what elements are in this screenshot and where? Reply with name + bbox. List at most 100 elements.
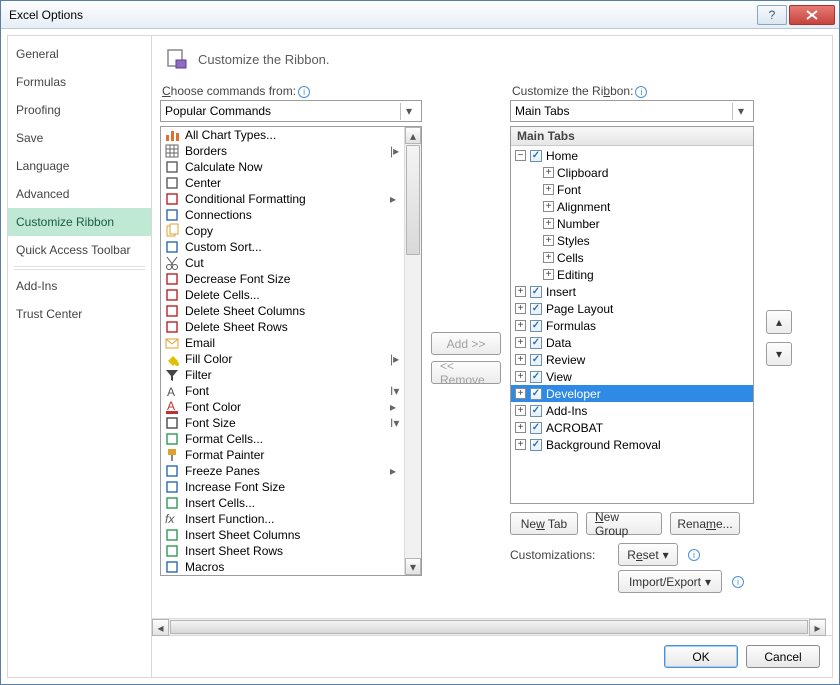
scroll-left-button[interactable]: ◂ — [152, 619, 169, 636]
command-macros[interactable]: Macros — [161, 559, 404, 575]
sidebar-item-trust-center[interactable]: Trust Center — [8, 300, 151, 328]
new-group-button[interactable]: New Group — [586, 512, 662, 535]
expand-toggle[interactable]: + — [543, 269, 554, 280]
group-editing[interactable]: +Editing — [511, 266, 753, 283]
scroll-thumb[interactable] — [406, 145, 420, 255]
sidebar-item-save[interactable]: Save — [8, 124, 151, 152]
checkbox[interactable]: ✓ — [530, 422, 542, 434]
checkbox[interactable]: ✓ — [530, 286, 542, 298]
expand-toggle[interactable]: + — [515, 371, 526, 382]
checkbox[interactable]: ✓ — [530, 439, 542, 451]
expand-toggle[interactable]: + — [543, 218, 554, 229]
rename-button[interactable]: Rename... — [670, 512, 740, 535]
expand-toggle[interactable]: + — [515, 405, 526, 416]
expand-toggle[interactable]: + — [543, 252, 554, 263]
sidebar-item-advanced[interactable]: Advanced — [8, 180, 151, 208]
import-export-button[interactable]: Import/Export ▾ — [618, 570, 722, 593]
scroll-up-button[interactable]: ▴ — [405, 127, 421, 144]
expand-toggle[interactable]: + — [515, 354, 526, 365]
tab-data[interactable]: +✓Data — [511, 334, 753, 351]
command-fill-color[interactable]: Fill Color|▸ — [161, 351, 404, 367]
tab-page-layout[interactable]: +✓Page Layout — [511, 300, 753, 317]
command-font-size[interactable]: Font SizeI▾ — [161, 415, 404, 431]
checkbox[interactable]: ✓ — [530, 337, 542, 349]
tab-review[interactable]: +✓Review — [511, 351, 753, 368]
ok-button[interactable]: OK — [664, 645, 738, 668]
command-insert-cells-[interactable]: Insert Cells... — [161, 495, 404, 511]
checkbox[interactable]: ✓ — [530, 303, 542, 315]
group-styles[interactable]: +Styles — [511, 232, 753, 249]
tab-developer[interactable]: +✓Developer — [511, 385, 753, 402]
choose-commands-dropdown[interactable]: Popular Commands ▾ — [160, 100, 422, 122]
group-font[interactable]: +Font — [511, 181, 753, 198]
command-conditional-formatting[interactable]: Conditional Formatting▸ — [161, 191, 404, 207]
command-connections[interactable]: Connections — [161, 207, 404, 223]
expand-toggle[interactable]: + — [543, 235, 554, 246]
sidebar-item-customize-ribbon[interactable]: Customize Ribbon — [8, 208, 151, 236]
info-icon[interactable]: i — [298, 86, 310, 98]
command-font[interactable]: AFontI▾ — [161, 383, 404, 399]
expand-toggle[interactable]: + — [543, 167, 554, 178]
command-delete-sheet-columns[interactable]: Delete Sheet Columns — [161, 303, 404, 319]
command-custom-sort-[interactable]: Custom Sort... — [161, 239, 404, 255]
command-format-painter[interactable]: Format Painter — [161, 447, 404, 463]
checkbox[interactable]: ✓ — [530, 405, 542, 417]
info-icon[interactable]: i — [635, 86, 647, 98]
command-font-color[interactable]: AFont Color▸ — [161, 399, 404, 415]
tab-add-ins[interactable]: +✓Add-Ins — [511, 402, 753, 419]
scrollbar-horizontal[interactable]: ◂ ▸ — [152, 618, 826, 635]
command-all-chart-types-[interactable]: All Chart Types... — [161, 127, 404, 143]
command-decrease-font-size[interactable]: Decrease Font Size — [161, 271, 404, 287]
close-button[interactable] — [789, 5, 835, 25]
tab-insert[interactable]: +✓Insert — [511, 283, 753, 300]
command-cut[interactable]: Cut — [161, 255, 404, 271]
tab-home[interactable]: −✓Home — [511, 147, 753, 164]
expand-toggle[interactable]: + — [515, 303, 526, 314]
sidebar-item-proofing[interactable]: Proofing — [8, 96, 151, 124]
sidebar-item-general[interactable]: General — [8, 40, 151, 68]
command-insert-sheet-columns[interactable]: Insert Sheet Columns — [161, 527, 404, 543]
expand-toggle[interactable]: + — [515, 422, 526, 433]
move-up-button[interactable]: ▴ — [766, 310, 792, 334]
new-tab-button[interactable]: New Tab — [510, 512, 578, 535]
tab-background-removal[interactable]: +✓Background Removal — [511, 436, 753, 453]
checkbox[interactable]: ✓ — [530, 388, 542, 400]
command-insert-sheet-rows[interactable]: Insert Sheet Rows — [161, 543, 404, 559]
expand-toggle[interactable]: + — [515, 388, 526, 399]
scroll-thumb[interactable] — [170, 620, 808, 634]
checkbox[interactable]: ✓ — [530, 354, 542, 366]
command-format-cells-[interactable]: Format Cells... — [161, 431, 404, 447]
checkbox[interactable]: ✓ — [530, 150, 542, 162]
scroll-right-button[interactable]: ▸ — [809, 619, 826, 636]
remove-button[interactable]: << Remove — [431, 361, 501, 384]
command-filter[interactable]: Filter — [161, 367, 404, 383]
add-button[interactable]: Add >> — [431, 332, 501, 355]
checkbox[interactable]: ✓ — [530, 320, 542, 332]
reset-dropdown-button[interactable]: Reset ▾ — [618, 543, 678, 566]
group-number[interactable]: +Number — [511, 215, 753, 232]
ribbon-tabs-dropdown[interactable]: Main Tabs ▾ — [510, 100, 754, 122]
command-calculate-now[interactable]: Calculate Now — [161, 159, 404, 175]
command-delete-sheet-rows[interactable]: Delete Sheet Rows — [161, 319, 404, 335]
group-clipboard[interactable]: +Clipboard — [511, 164, 753, 181]
command-insert-function-[interactable]: fxInsert Function... — [161, 511, 404, 527]
help-button[interactable]: ? — [757, 5, 787, 25]
sidebar-item-language[interactable]: Language — [8, 152, 151, 180]
command-increase-font-size[interactable]: Increase Font Size — [161, 479, 404, 495]
expand-toggle[interactable]: − — [515, 150, 526, 161]
group-alignment[interactable]: +Alignment — [511, 198, 753, 215]
tab-view[interactable]: +✓View — [511, 368, 753, 385]
command-borders[interactable]: Borders|▸ — [161, 143, 404, 159]
command-copy[interactable]: Copy — [161, 223, 404, 239]
scrollbar-vertical[interactable]: ▴ ▾ — [404, 127, 421, 575]
command-email[interactable]: Email — [161, 335, 404, 351]
cancel-button[interactable]: Cancel — [746, 645, 820, 668]
tab-acrobat[interactable]: +✓ACROBAT — [511, 419, 753, 436]
move-down-button[interactable]: ▾ — [766, 342, 792, 366]
info-icon[interactable]: i — [732, 576, 744, 588]
checkbox[interactable]: ✓ — [530, 371, 542, 383]
expand-toggle[interactable]: + — [515, 286, 526, 297]
expand-toggle[interactable]: + — [543, 201, 554, 212]
tab-formulas[interactable]: +✓Formulas — [511, 317, 753, 334]
command-center[interactable]: Center — [161, 175, 404, 191]
